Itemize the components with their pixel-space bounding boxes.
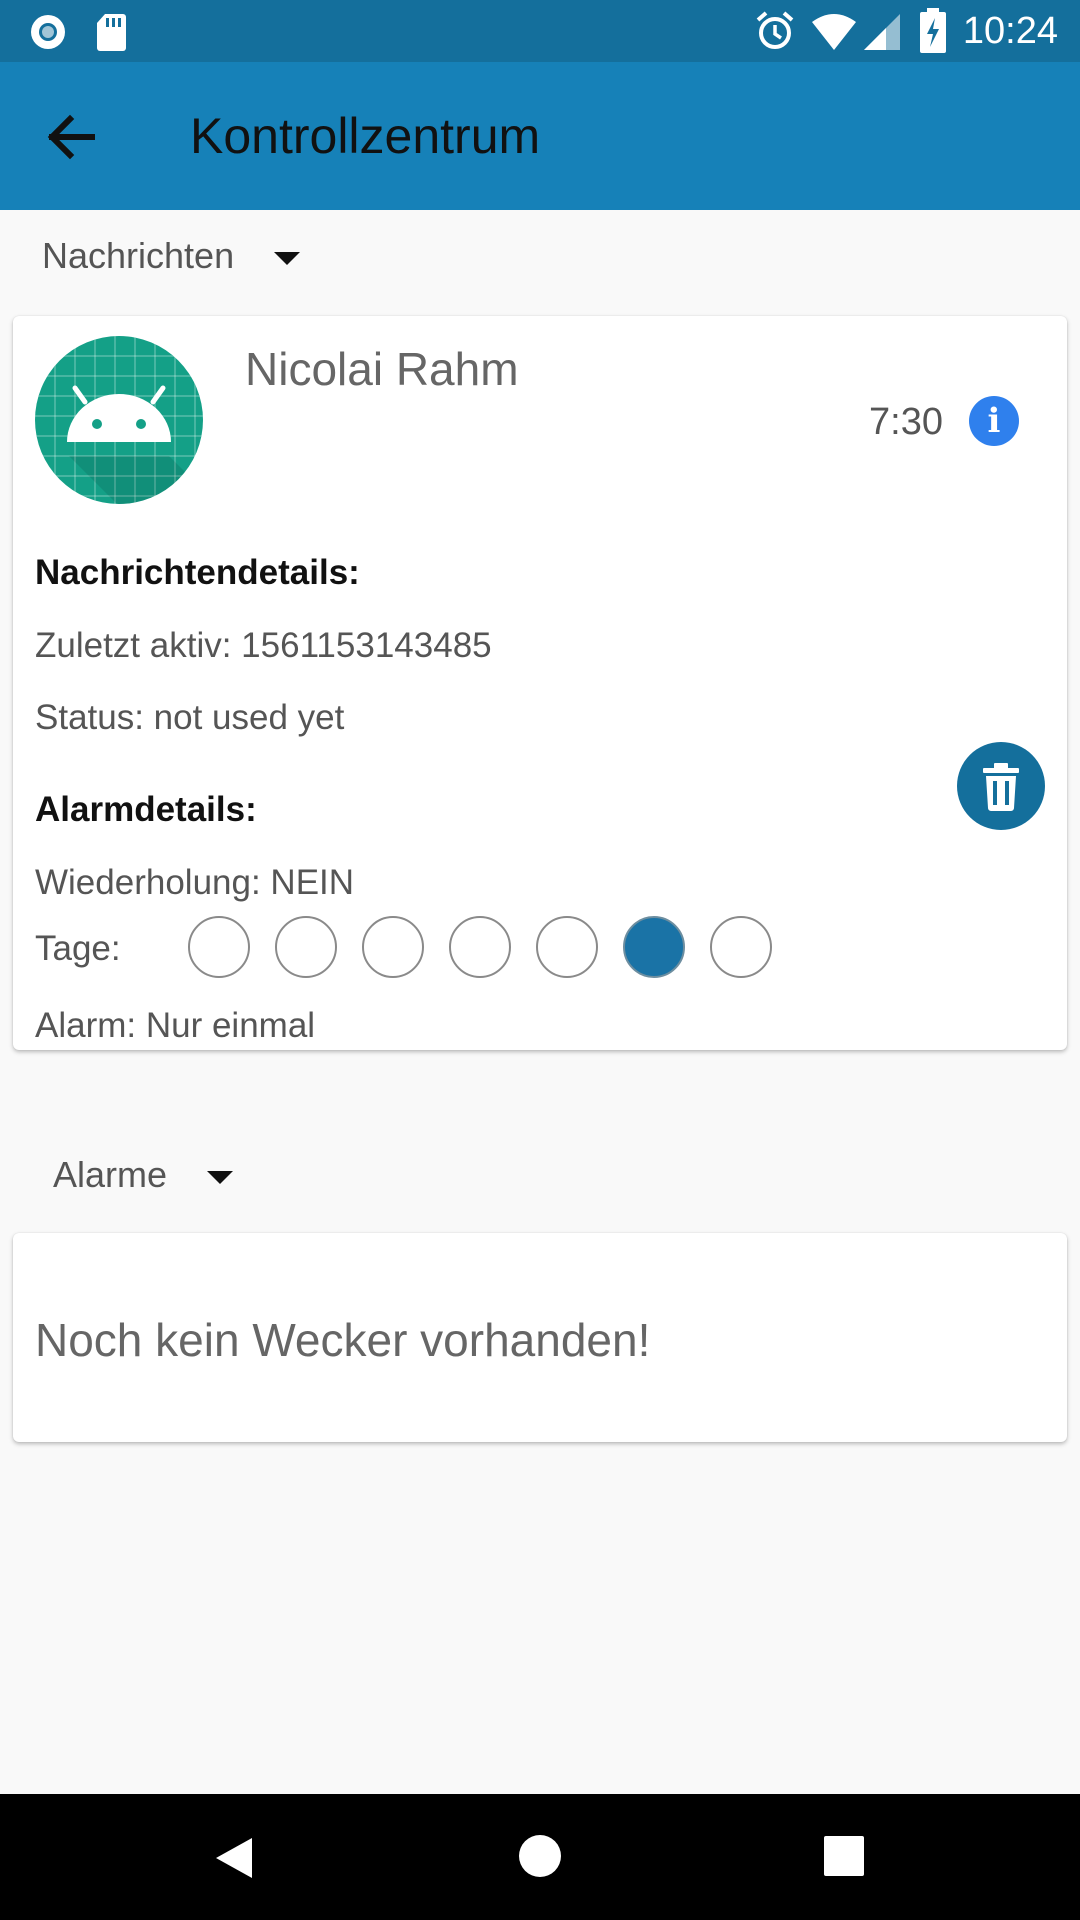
nav-home-icon[interactable] bbox=[518, 1834, 562, 1878]
message-time: 7:30 bbox=[869, 401, 943, 443]
day-circle[interactable] bbox=[536, 916, 598, 978]
repeat-text: Wiederholung: NEIN bbox=[35, 863, 355, 902]
back-arrow-icon[interactable] bbox=[40, 107, 110, 167]
day-circle[interactable] bbox=[449, 916, 511, 978]
status-bar: 10:24 bbox=[0, 0, 1080, 62]
alarms-section-toggle[interactable]: Alarme bbox=[53, 1153, 234, 1197]
day-circle[interactable] bbox=[623, 916, 685, 978]
trash-icon bbox=[983, 763, 1019, 811]
empty-alarms-text: Noch kein Wecker vorhanden! bbox=[35, 1314, 651, 1366]
clock: 10:24 bbox=[962, 10, 1058, 52]
alarm-mode-text: Alarm: Nur einmal bbox=[35, 1006, 316, 1045]
status-text: Status: not used yet bbox=[35, 698, 345, 737]
android-avatar-icon bbox=[35, 336, 203, 504]
messages-section-toggle[interactable]: Nachrichten bbox=[42, 234, 301, 278]
wifi-icon bbox=[812, 14, 856, 50]
info-icon[interactable]: i bbox=[969, 396, 1019, 446]
day-circle[interactable] bbox=[188, 916, 250, 978]
nav-back-icon[interactable] bbox=[210, 1834, 258, 1882]
nav-recents-icon[interactable] bbox=[824, 1836, 864, 1876]
sd-card-icon bbox=[97, 14, 126, 51]
days-label: Tage: bbox=[35, 929, 121, 968]
alarms-card: Noch kein Wecker vorhanden! bbox=[13, 1233, 1067, 1442]
day-circle[interactable] bbox=[710, 916, 772, 978]
alarm-clock-icon bbox=[756, 11, 794, 49]
app-bar: Kontrollzentrum bbox=[0, 62, 1080, 210]
messages-section-label: Nachrichten bbox=[42, 235, 235, 276]
contact-name: Nicolai Rahm bbox=[245, 343, 519, 395]
day-circle[interactable] bbox=[362, 916, 424, 978]
system-nav-bar bbox=[0, 1794, 1080, 1920]
signal-icon bbox=[864, 14, 900, 50]
alarms-section-label: Alarme bbox=[53, 1154, 168, 1195]
delete-button[interactable] bbox=[957, 742, 1045, 830]
battery-charging-icon bbox=[920, 8, 946, 53]
day-circle[interactable] bbox=[275, 916, 337, 978]
record-icon bbox=[31, 15, 65, 49]
message-details-heading: Nachrichtendetails: bbox=[35, 553, 360, 592]
alarm-details-heading: Alarmdetails: bbox=[35, 790, 257, 829]
page-title: Kontrollzentrum bbox=[190, 108, 541, 164]
chevron-down-icon bbox=[207, 1170, 234, 1184]
message-card: Nicolai Rahm 7:30 i Nachrichtendetails: … bbox=[13, 316, 1067, 1050]
last-active-text: Zuletzt aktiv: 1561153143485 bbox=[35, 626, 492, 665]
chevron-down-icon bbox=[274, 251, 301, 265]
